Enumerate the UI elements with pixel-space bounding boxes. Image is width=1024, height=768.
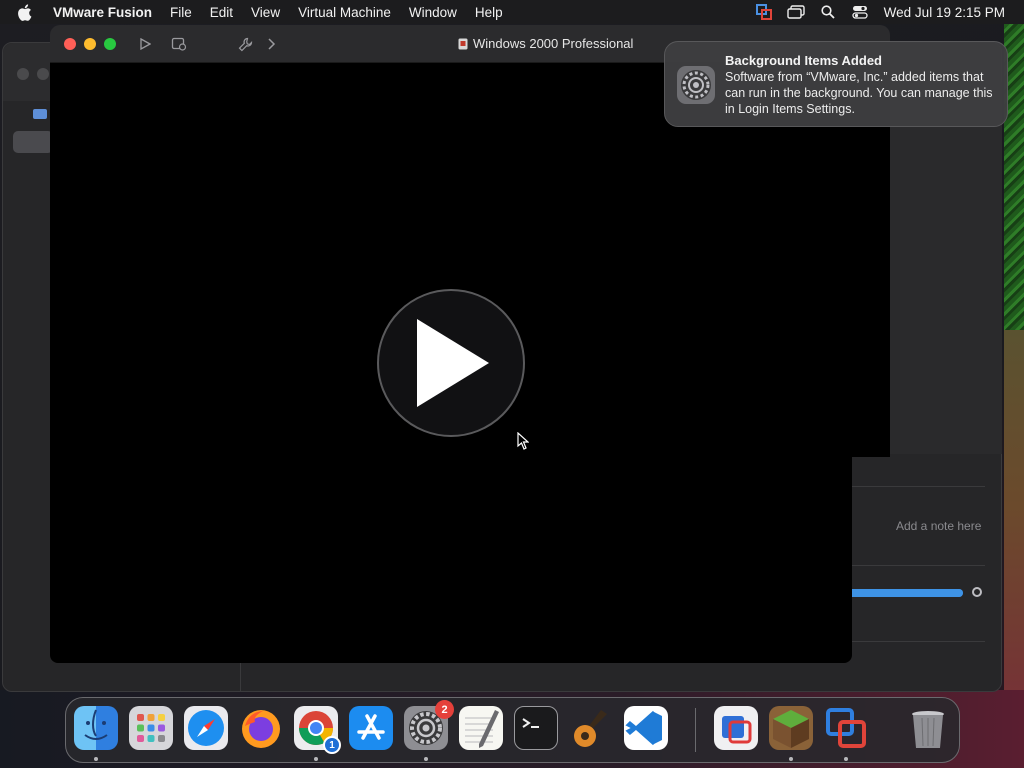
zoom-button[interactable] <box>104 38 116 50</box>
dock-app-store[interactable] <box>349 706 393 750</box>
parallels-icon <box>722 716 752 744</box>
chrome-update-badge: 1 <box>323 736 341 754</box>
dock-finder[interactable] <box>74 706 118 750</box>
chrome-running-indicator <box>314 757 318 761</box>
vscode-icon <box>625 710 662 746</box>
dock-textedit[interactable] <box>459 706 503 750</box>
play-icon[interactable] <box>136 36 154 52</box>
spotlight-search-icon[interactable] <box>819 4 837 20</box>
forward-chevron-icon[interactable] <box>262 36 280 52</box>
background-items-notification[interactable]: Background Items Added Software from “VM… <box>664 41 1008 127</box>
terminal-prompt-icon <box>522 718 539 728</box>
dock-safari[interactable] <box>184 706 228 750</box>
dock-separator <box>695 708 696 752</box>
dock-minecraft[interactable] <box>769 706 813 750</box>
menu-app-name[interactable]: VMware Fusion <box>53 5 161 20</box>
minecraft-running-indicator <box>789 757 793 761</box>
close-button[interactable] <box>64 38 76 50</box>
dock-garageband[interactable] <box>569 706 613 750</box>
dock-vmware-fusion[interactable] <box>824 706 868 750</box>
menu-help[interactable]: Help <box>466 5 512 20</box>
menu-file[interactable]: File <box>161 5 201 20</box>
finder-icon <box>84 709 108 740</box>
dock-parallels[interactable] <box>714 706 758 750</box>
control-center-icon[interactable] <box>851 4 869 20</box>
add-note-field[interactable]: Add a note here <box>896 519 981 533</box>
guitar-icon <box>574 710 607 747</box>
system-settings-gear-icon <box>677 66 715 104</box>
mouse-cursor-icon <box>517 431 530 455</box>
vmware-fusion-icon <box>826 708 866 748</box>
dock-launchpad[interactable] <box>129 706 173 750</box>
launchpad-icon <box>137 714 165 742</box>
menu-edit[interactable]: Edit <box>201 5 242 20</box>
vm-title-text: Windows 2000 Professional <box>473 36 634 51</box>
vm-play-button[interactable] <box>377 289 525 437</box>
play-triangle-icon <box>417 319 489 407</box>
dock: 1 2 <box>65 697 960 763</box>
finder-running-indicator <box>94 757 98 761</box>
menu-window[interactable]: Window <box>400 5 466 20</box>
library-minimize-button[interactable] <box>37 68 49 80</box>
dock-vscode[interactable] <box>624 706 668 750</box>
dock-chrome[interactable]: 1 <box>294 706 341 754</box>
textedit-icon <box>465 710 499 748</box>
settings-running-indicator <box>424 757 428 761</box>
vm-document-icon <box>458 38 468 49</box>
vm-list-icon <box>33 109 47 119</box>
progress-knob-icon <box>972 587 982 597</box>
snapshot-icon[interactable] <box>170 36 188 52</box>
settings-notification-badge: 2 <box>435 700 454 719</box>
screen-mirroring-icon[interactable] <box>786 4 805 20</box>
dock-terminal[interactable] <box>514 706 558 750</box>
vm-display-lower[interactable] <box>50 457 852 663</box>
notification-title: Background Items Added <box>725 53 882 68</box>
trash-icon <box>912 711 944 748</box>
dock-firefox[interactable] <box>239 706 283 750</box>
menu-bar: VMware Fusion File Edit View Virtual Mac… <box>0 0 1024 24</box>
menubar-clock[interactable]: Wed Jul 19 2:15 PM <box>884 5 1005 20</box>
dock-trash[interactable] <box>906 706 950 750</box>
notification-body: Software from “VMware, Inc.” added items… <box>725 70 993 116</box>
firefox-icon <box>242 710 280 748</box>
vmware-tray-icon[interactable] <box>755 4 773 20</box>
settings-wrench-icon[interactable] <box>236 36 254 52</box>
dock-system-settings[interactable]: 2 <box>404 700 454 750</box>
library-selected-item[interactable] <box>13 131 53 153</box>
safari-compass-icon <box>188 710 224 746</box>
minimize-button[interactable] <box>84 38 96 50</box>
vm-window-title: Windows 2000 Professional <box>458 36 633 51</box>
vmware-running-indicator <box>844 757 848 761</box>
app-store-icon <box>357 714 385 740</box>
library-preview-area <box>888 82 1002 454</box>
menu-view[interactable]: View <box>242 5 289 20</box>
menu-virtual-machine[interactable]: Virtual Machine <box>289 5 400 20</box>
minecraft-block-icon <box>773 710 809 748</box>
library-close-button[interactable] <box>17 68 29 80</box>
apple-menu-icon[interactable] <box>17 3 39 21</box>
